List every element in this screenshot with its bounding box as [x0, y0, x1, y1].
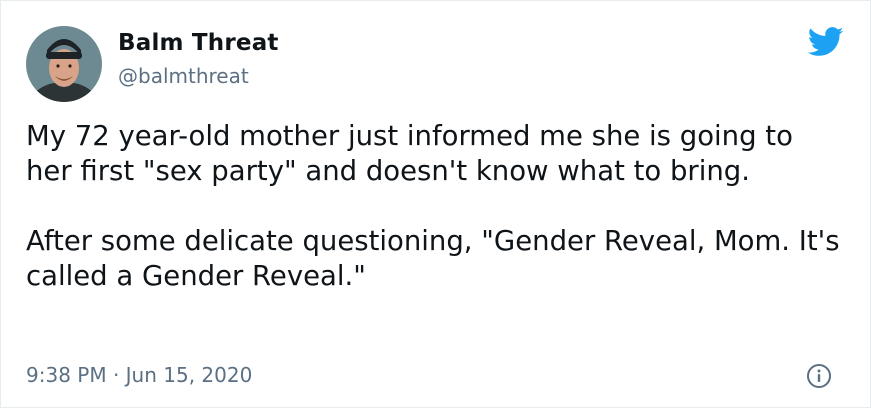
info-icon[interactable]: [806, 363, 832, 389]
author-display-name[interactable]: Balm Threat: [118, 30, 279, 56]
author-handle[interactable]: @balmthreat: [118, 64, 249, 88]
tweet-card: Balm Threat @balmthreat My 72 year-old m…: [0, 0, 871, 408]
tweet-text: My 72 year-old mother just informed me s…: [26, 119, 846, 294]
tweet-timestamp[interactable]: 9:38 PM · Jun 15, 2020: [26, 363, 252, 387]
tweet-paragraph: After some delicate questioning, "Gender…: [26, 225, 840, 292]
avatar[interactable]: [26, 26, 102, 102]
tweet-paragraph: My 72 year-old mother just informed me s…: [26, 120, 793, 187]
profile-photo-icon: [26, 26, 102, 102]
twitter-bird-icon[interactable]: [807, 27, 844, 57]
